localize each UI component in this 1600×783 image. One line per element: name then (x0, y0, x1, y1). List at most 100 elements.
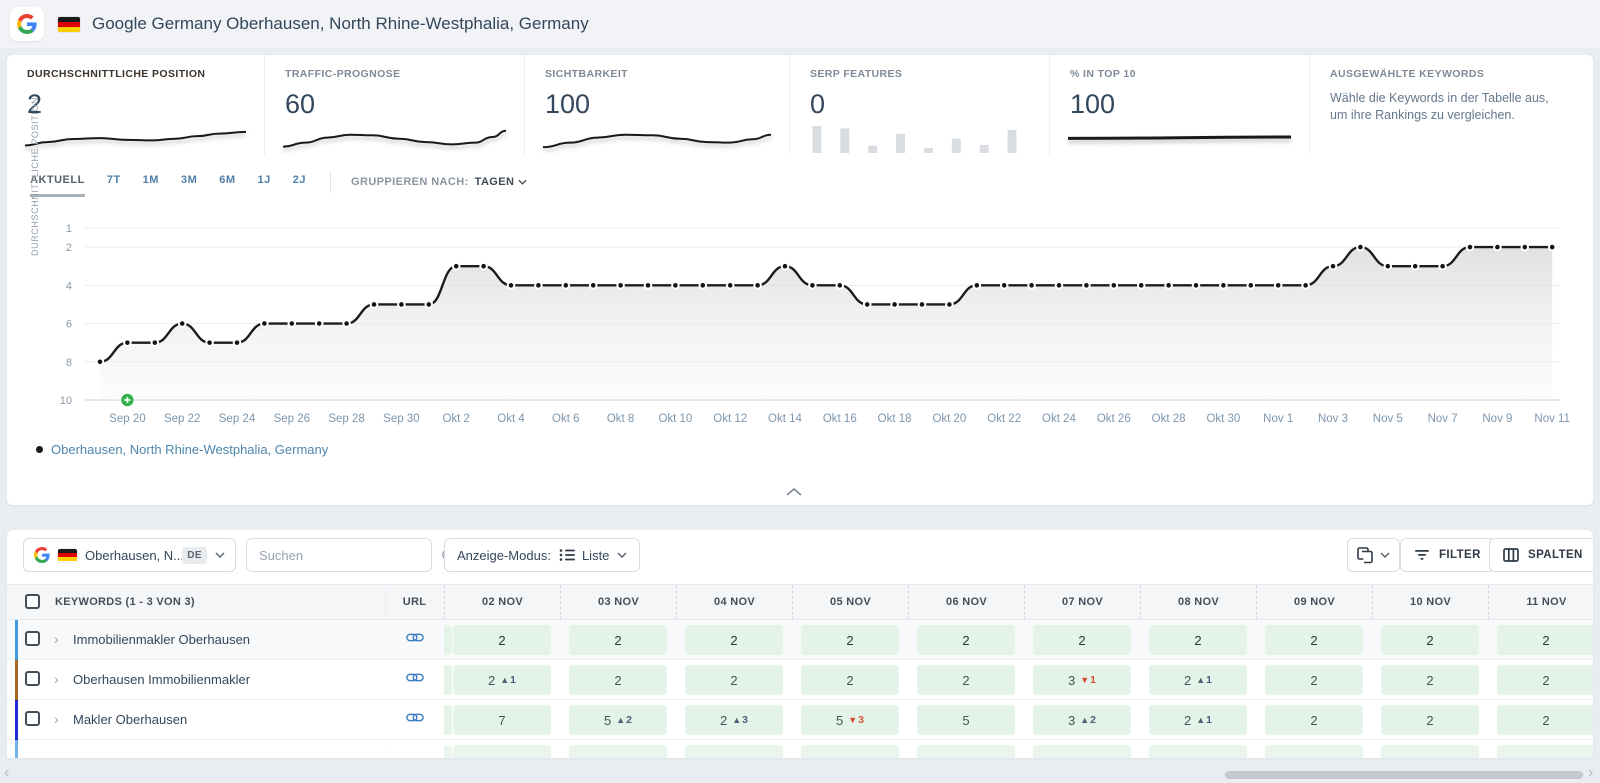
row-checkbox[interactable] (25, 671, 40, 686)
position-cell[interactable]: 2 (685, 665, 783, 695)
expand-row-icon[interactable]: › (54, 671, 59, 687)
position-cell[interactable]: 3 ▼1 (1033, 665, 1131, 695)
position-cell[interactable]: 5 ▲2 (569, 705, 667, 735)
position-cell[interactable]: 2 (1265, 665, 1363, 695)
date-column-header[interactable]: 07 NOV (1024, 585, 1140, 620)
tab-6m[interactable]: 6M (219, 174, 235, 197)
tab-3m[interactable]: 3M (181, 174, 197, 197)
position-cell[interactable]: 2 (1381, 665, 1479, 695)
date-column-header[interactable]: 09 NOV (1256, 585, 1372, 620)
search-input[interactable] (247, 547, 441, 563)
card-percent-top10[interactable]: % IN TOP 10 100 (1050, 55, 1310, 155)
tab-2j[interactable]: 2J (293, 174, 306, 197)
position-cell[interactable]: 2 (569, 625, 667, 655)
url-column-header[interactable]: URL (385, 596, 444, 608)
svg-text:Okt 18: Okt 18 (878, 413, 912, 425)
svg-text:Okt 16: Okt 16 (823, 413, 857, 425)
filter-button[interactable]: FILTER (1400, 538, 1495, 572)
position-cell[interactable]: 2 (1497, 625, 1593, 655)
sparkline-chart (25, 121, 246, 153)
keywords-column-header[interactable]: KEYWORDS (1 - 3 VON 3) (55, 596, 195, 608)
keyword-row[interactable]: › Oberhausen Immobilienmakler 2 ▲1 2 2 2 2 3 ▼1 2 ▲… (7, 660, 1593, 700)
tab-7t[interactable]: 7T (107, 174, 121, 197)
expand-row-icon[interactable]: › (54, 631, 59, 647)
collapse-panel-chevron-icon[interactable] (786, 483, 802, 501)
svg-text:Sep 26: Sep 26 (274, 413, 310, 425)
svg-text:Nov 7: Nov 7 (1428, 413, 1458, 425)
date-column-header[interactable]: 10 NOV (1372, 585, 1488, 620)
keyword-search (246, 538, 456, 572)
date-column-header[interactable]: 02 NOV (444, 585, 560, 620)
url-link-icon[interactable] (385, 671, 444, 689)
legend-dot-icon (36, 446, 43, 453)
tab-1m[interactable]: 1M (143, 174, 159, 197)
position-cell[interactable]: 2 (569, 665, 667, 695)
copy-view-button[interactable] (1347, 538, 1400, 572)
rank-change-down: ▼3 (848, 714, 864, 726)
position-cell[interactable]: 2 ▲3 (685, 705, 783, 735)
chart-legend[interactable]: Oberhausen, North Rhine-Westphalia, Germ… (36, 442, 328, 457)
divider (330, 171, 332, 193)
position-cell[interactable]: 2 ▲1 (1149, 665, 1247, 695)
date-column-header[interactable]: 03 NOV (560, 585, 676, 620)
position-cell[interactable]: 2 (1033, 625, 1131, 655)
columns-button[interactable]: SPALTEN (1489, 538, 1593, 572)
date-column-header[interactable]: 08 NOV (1140, 585, 1256, 620)
horizontal-scrollbar-thumb[interactable] (1225, 771, 1583, 779)
google-g-icon (34, 547, 50, 563)
position-cell[interactable]: 2 (453, 625, 551, 655)
group-by-control[interactable]: GRUPPIEREN NACH: TAGEN (351, 176, 527, 194)
position-cell[interactable]: 2 (685, 625, 783, 655)
date-column-header[interactable]: 05 NOV (792, 585, 908, 620)
expand-row-icon[interactable]: › (54, 711, 59, 727)
language-badge: DE (182, 546, 207, 564)
scroll-left-arrow[interactable]: ‹ (4, 764, 9, 782)
select-all-checkbox[interactable] (25, 594, 40, 609)
position-cell[interactable]: 2 (1497, 705, 1593, 735)
tab-1j[interactable]: 1J (258, 174, 271, 197)
card-value: 60 (285, 89, 316, 119)
position-cell[interactable]: 2 ▲1 (453, 665, 551, 695)
position-cell[interactable]: 2 (917, 625, 1015, 655)
url-link-icon[interactable] (385, 631, 444, 649)
keyword-label: Immobilienmakler Oberhausen (73, 632, 251, 647)
position-cell[interactable]: 5 ▼3 (801, 705, 899, 735)
card-visibility[interactable]: SICHTBARKEIT 100 (525, 55, 790, 155)
card-serp-features[interactable]: SERP FEATURES 0 (790, 55, 1050, 155)
row-checkbox[interactable] (25, 711, 40, 726)
position-cell[interactable]: 2 (917, 665, 1015, 695)
position-history-chart[interactable]: 1 2 4 6 8 10 Sep 20 Sep 22 Sep 24 Sep 26 Sep 28 Sep… (0, 210, 1600, 435)
scroll-right-arrow[interactable]: › (1588, 764, 1593, 782)
card-value: 0 (810, 89, 826, 119)
position-cell[interactable]: 5 (917, 705, 1015, 735)
google-g-icon (17, 14, 37, 34)
row-checkbox[interactable] (25, 631, 40, 646)
keyword-row[interactable]: › Immobilienmakler Oberhausen 2 2 2 2 2 2 2 2 2 2 (7, 620, 1593, 660)
position-cell[interactable]: 2 (1265, 705, 1363, 735)
svg-text:Okt 22: Okt 22 (987, 413, 1021, 425)
position-cell[interactable]: 2 (801, 665, 899, 695)
keyword-row[interactable]: › Makler Oberhausen 7 5 ▲2 2 ▲3 5 ▼3 5 3 ▲2 2 ▲1 2 2 2 (7, 700, 1593, 740)
position-cell[interactable]: 2 ▲1 (1149, 705, 1247, 735)
position-cell[interactable]: 2 (801, 625, 899, 655)
keyword-tag-color (15, 700, 18, 740)
position-cell[interactable]: 3 ▲2 (1033, 705, 1131, 735)
position-cell[interactable]: 2 (1381, 625, 1479, 655)
card-value: 100 (545, 89, 591, 119)
card-average-position[interactable]: DURCHSCHNITTLICHE POSITION 2 (7, 55, 265, 155)
position-cell[interactable]: 2 (1381, 705, 1479, 735)
display-mode-select[interactable]: Anzeige-Modus: Liste (444, 538, 641, 572)
position-cell[interactable]: 2 (1265, 625, 1363, 655)
card-traffic-forecast[interactable]: TRAFFIC-PROGNOSE 60 (265, 55, 525, 155)
position-cell[interactable]: 7 (453, 705, 551, 735)
location-dropdown[interactable]: Oberhausen, N... DE (23, 538, 236, 572)
date-column-header[interactable]: 04 NOV (676, 585, 792, 620)
svg-text:Sep 30: Sep 30 (383, 413, 419, 425)
date-column-header[interactable]: 06 NOV (908, 585, 1024, 620)
url-link-icon[interactable] (385, 711, 444, 729)
chevron-down-icon (518, 179, 527, 185)
position-cell[interactable]: 2 (1497, 665, 1593, 695)
date-column-header[interactable]: 11 NOV (1488, 585, 1593, 620)
position-cell[interactable]: 2 (1149, 625, 1247, 655)
svg-text:Sep 20: Sep 20 (109, 413, 145, 425)
